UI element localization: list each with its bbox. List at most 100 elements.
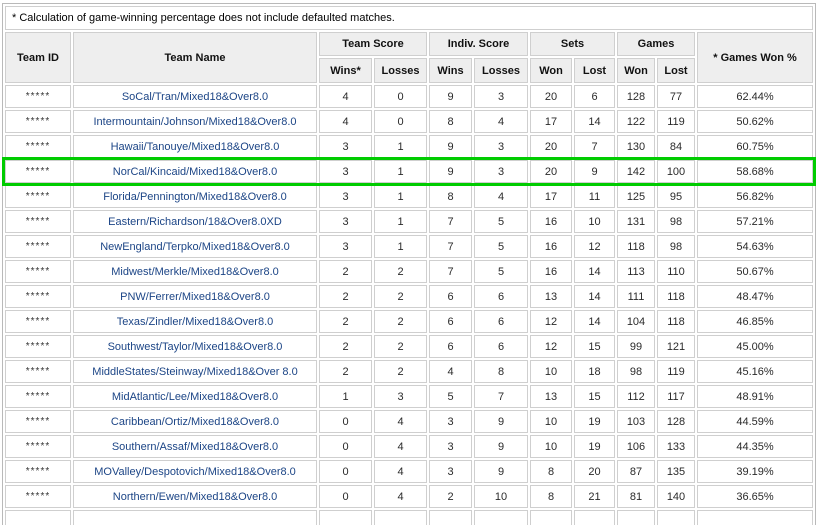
games-lost-cell: 117 [657, 385, 695, 408]
team-name-link[interactable]: MOValley/Despotovich/Mixed18&Over8.0 [94, 466, 296, 478]
team-name-link[interactable]: SoCal/Tran/Mixed18&Over8.0 [122, 91, 268, 103]
team-wins-cell: 3 [319, 210, 372, 233]
team-name-cell: Florida/Pennington/Mixed18&Over8.0 [73, 185, 317, 208]
indiv-wins-cell: 4 [429, 360, 472, 383]
team-name-link[interactable]: Northern/Ewen/Mixed18&Over8.0 [113, 491, 277, 503]
games-lost-cell: 135 [657, 460, 695, 483]
table-row: ***** NewEngland/Terpko/Mixed18&Over8.0 … [5, 235, 813, 258]
team-name-link[interactable]: Texas/Zindler/Mixed18&Over8.0 [117, 316, 274, 328]
footnote-text: * Calculation of game-winning percentage… [5, 6, 813, 30]
games-won-pct-cell: 48.91% [697, 385, 813, 408]
games-lost-cell: 118 [657, 310, 695, 333]
team-id-cell [5, 510, 71, 525]
games-won-cell: 118 [617, 235, 655, 258]
column-group-sets: Sets [530, 32, 615, 56]
team-name-link[interactable]: MiddleStates/Steinway/Mixed18&Over 8.0 [92, 366, 297, 378]
sets-won-cell [530, 510, 572, 525]
team-losses-cell: 2 [374, 335, 427, 358]
column-group-indiv-score: Indiv. Score [429, 32, 528, 56]
team-losses-cell: 1 [374, 185, 427, 208]
indiv-losses-cell [474, 510, 528, 525]
table-row: ***** Northern/Ewen/Mixed18&Over8.0 0 4 … [5, 485, 813, 508]
team-id-cell: ***** [5, 385, 71, 408]
games-lost-cell: 119 [657, 110, 695, 133]
header-group-row: Team ID Team Name Team Score Indiv. Scor… [5, 32, 813, 56]
games-won-pct-cell: 60.75% [697, 135, 813, 158]
column-header-team-losses: Losses [374, 58, 427, 83]
team-name-link[interactable]: Southern/Assaf/Mixed18&Over8.0 [112, 441, 278, 453]
sets-lost-cell: 10 [574, 210, 615, 233]
table-row: ***** MiddleStates/Steinway/Mixed18&Over… [5, 360, 813, 383]
indiv-losses-cell: 5 [474, 235, 528, 258]
games-won-cell: 98 [617, 360, 655, 383]
team-name-link[interactable]: PNW/Ferrer/Mixed18&Over8.0 [120, 291, 270, 303]
games-won-cell: 130 [617, 135, 655, 158]
team-wins-cell: 2 [319, 310, 372, 333]
team-losses-cell: 1 [374, 160, 427, 183]
games-won-cell: 111 [617, 285, 655, 308]
indiv-losses-cell: 6 [474, 310, 528, 333]
team-name-cell: Hawaii/Tanouye/Mixed18&Over8.0 [73, 135, 317, 158]
sets-won-cell: 8 [530, 460, 572, 483]
indiv-wins-cell: 3 [429, 435, 472, 458]
team-wins-cell: 2 [319, 260, 372, 283]
team-wins-cell: 3 [319, 235, 372, 258]
team-id-cell: ***** [5, 260, 71, 283]
team-name-cell: Caribbean/Ortiz/Mixed18&Over8.0 [73, 410, 317, 433]
sets-won-cell: 10 [530, 360, 572, 383]
games-won-cell: 113 [617, 260, 655, 283]
indiv-wins-cell: 7 [429, 210, 472, 233]
team-name-link[interactable]: Southwest/Taylor/Mixed18&Over8.0 [108, 341, 283, 353]
sets-won-cell: 10 [530, 410, 572, 433]
games-won-cell: 87 [617, 460, 655, 483]
team-name-link[interactable]: Caribbean/Ortiz/Mixed18&Over8.0 [111, 416, 279, 428]
team-losses-cell: 0 [374, 85, 427, 108]
sets-won-cell: 20 [530, 85, 572, 108]
sets-won-cell: 17 [530, 110, 572, 133]
team-name-link[interactable]: MidAtlantic/Lee/Mixed18&Over8.0 [112, 391, 278, 403]
indiv-wins-cell: 5 [429, 385, 472, 408]
team-name-link[interactable]: Midwest/Merkle/Mixed18&Over8.0 [111, 266, 279, 278]
column-group-games: Games [617, 32, 695, 56]
indiv-wins-cell: 7 [429, 235, 472, 258]
games-won-pct-cell: 45.00% [697, 335, 813, 358]
sets-lost-cell: 14 [574, 285, 615, 308]
team-name-cell: Eastern/Richardson/18&Over8.0XD [73, 210, 317, 233]
games-won-cell: 112 [617, 385, 655, 408]
team-name-cell: Northern/Ewen/Mixed18&Over8.0 [73, 485, 317, 508]
team-name-cell: NewEngland/Terpko/Mixed18&Over8.0 [73, 235, 317, 258]
team-wins-cell: 0 [319, 460, 372, 483]
indiv-wins-cell: 3 [429, 410, 472, 433]
table-row: ***** Florida/Pennington/Mixed18&Over8.0… [5, 185, 813, 208]
games-won-cell: 103 [617, 410, 655, 433]
sets-lost-cell: 12 [574, 235, 615, 258]
team-name-link[interactable]: Intermountain/Johnson/Mixed18&Over8.0 [93, 116, 296, 128]
sets-won-cell: 20 [530, 135, 572, 158]
team-name-link[interactable]: NorCal/Kincaid/Mixed18&Over8.0 [113, 166, 277, 178]
team-id-cell: ***** [5, 110, 71, 133]
team-name-link[interactable]: Florida/Pennington/Mixed18&Over8.0 [103, 191, 286, 203]
indiv-wins-cell: 9 [429, 135, 472, 158]
games-won-cell [617, 510, 655, 525]
indiv-wins-cell: 9 [429, 160, 472, 183]
indiv-wins-cell: 6 [429, 335, 472, 358]
games-won-cell: 142 [617, 160, 655, 183]
team-wins-cell [319, 510, 372, 525]
team-wins-cell: 4 [319, 110, 372, 133]
team-name-link[interactable]: NewEngland/Terpko/Mixed18&Over8.0 [100, 241, 290, 253]
games-lost-cell: 100 [657, 160, 695, 183]
team-wins-cell: 0 [319, 410, 372, 433]
indiv-wins-cell: 2 [429, 485, 472, 508]
games-lost-cell: 140 [657, 485, 695, 508]
games-won-pct-cell: 45.16% [697, 360, 813, 383]
team-name-link[interactable]: Eastern/Richardson/18&Over8.0XD [108, 216, 282, 228]
table-row-partial [5, 510, 813, 525]
table-row: ***** MOValley/Despotovich/Mixed18&Over8… [5, 460, 813, 483]
team-wins-cell: 2 [319, 335, 372, 358]
team-name-link[interactable]: Hawaii/Tanouye/Mixed18&Over8.0 [111, 141, 280, 153]
games-lost-cell: 95 [657, 185, 695, 208]
sets-lost-cell: 20 [574, 460, 615, 483]
indiv-losses-cell: 3 [474, 160, 528, 183]
games-won-pct-cell: 58.68% [697, 160, 813, 183]
sets-won-cell: 16 [530, 235, 572, 258]
